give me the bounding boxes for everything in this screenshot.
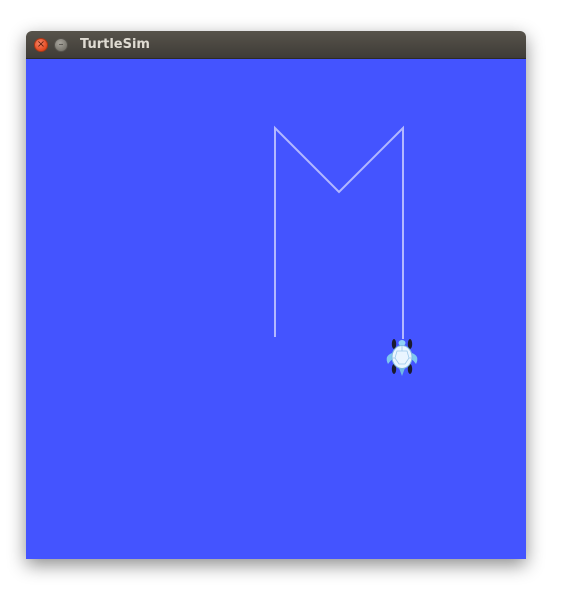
minimize-button[interactable]: – — [54, 38, 68, 52]
close-button[interactable]: × — [34, 38, 48, 52]
turtle-canvas — [26, 59, 526, 559]
turtlesim-window: × – TurtleSim — [26, 31, 526, 559]
window-title: TurtleSim — [80, 37, 150, 52]
close-icon: × — [36, 39, 46, 50]
title-bar[interactable]: × – TurtleSim — [26, 31, 526, 59]
minimize-icon: – — [58, 39, 64, 50]
